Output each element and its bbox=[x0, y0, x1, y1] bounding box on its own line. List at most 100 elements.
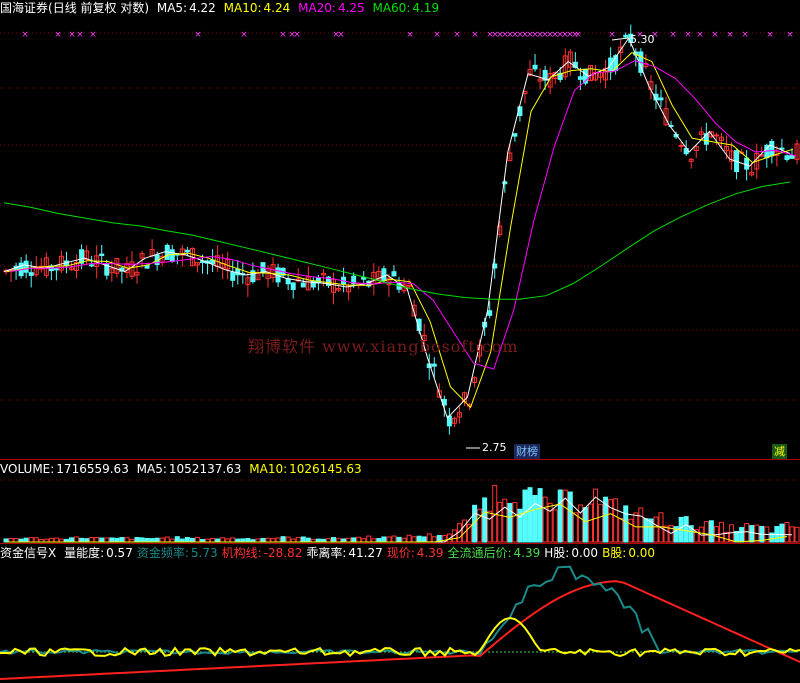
volume-value: 1716559.63 bbox=[56, 462, 129, 476]
candle-body bbox=[53, 268, 59, 271]
volume-bar bbox=[280, 536, 286, 543]
price-header: 国海证券(日线 前复权 对数) MA5: 4.22 MA10: 4.24 MA20:… bbox=[0, 0, 443, 16]
volume-bar bbox=[94, 537, 100, 543]
candle-body bbox=[184, 249, 190, 253]
volume-bar bbox=[79, 537, 85, 543]
volume-bar bbox=[48, 537, 54, 543]
institution-line bbox=[0, 580, 800, 680]
candle-body bbox=[169, 249, 175, 262]
candle-body bbox=[789, 155, 795, 159]
volume-bar bbox=[426, 533, 432, 543]
volume-bar bbox=[618, 517, 624, 543]
volume-bar bbox=[351, 537, 357, 543]
volume-bar bbox=[139, 537, 145, 543]
volume-bar bbox=[537, 488, 543, 543]
low-price-label: 2.75 bbox=[482, 441, 507, 454]
price-chart-svg[interactable]: × × × × × × × × ×× ×× × × × × ××××××××××××××××××× × × × × ×… bbox=[0, 0, 800, 460]
volume-bar bbox=[33, 537, 39, 543]
candle-body bbox=[79, 249, 85, 264]
volume-bar bbox=[260, 537, 266, 543]
candle-body bbox=[300, 282, 306, 288]
volume-bar bbox=[144, 537, 150, 543]
signal-mark: × bbox=[608, 30, 616, 40]
volume-bar bbox=[406, 534, 412, 543]
volume-bar bbox=[114, 537, 120, 543]
candle-body bbox=[784, 155, 790, 160]
volume-bar bbox=[53, 537, 59, 543]
volume-bar bbox=[194, 536, 200, 543]
candle-body bbox=[431, 363, 437, 367]
signal-mark: × bbox=[337, 30, 345, 40]
indicator-item-value: 0.57 bbox=[106, 546, 133, 560]
volume-bar bbox=[381, 536, 387, 543]
volume-bar bbox=[512, 502, 518, 543]
candle-body bbox=[391, 271, 397, 277]
indicator-item-label: 量能度: bbox=[64, 546, 105, 560]
signal-mark: × bbox=[433, 30, 441, 40]
candle-body bbox=[315, 277, 321, 284]
indicator-item-value: 41.27 bbox=[348, 546, 383, 560]
volume-bar bbox=[587, 503, 593, 543]
indicator-item-label: B股: bbox=[602, 546, 627, 560]
signal-mark: × bbox=[696, 30, 704, 40]
volume-bar bbox=[174, 536, 180, 543]
price-pane[interactable]: × × × × × × × × × × × × × × × × × × × × × × × × × × × × × × × × × × × × × × × ×… bbox=[0, 0, 800, 460]
volume-bar bbox=[638, 507, 644, 543]
volume-ma10-line bbox=[6, 503, 788, 543]
volume-bar bbox=[230, 537, 236, 543]
vol-ma5-label: MA5: bbox=[136, 462, 167, 476]
indicator-pane[interactable]: 资金信号X 量能度: 0.57 资金频率: 5.73 机构线: -28.82 乖离率: 41.… bbox=[0, 544, 800, 683]
signal-tag-right: 减 bbox=[772, 444, 787, 459]
volume-bar bbox=[366, 535, 372, 543]
volume-bar bbox=[386, 536, 392, 543]
volume-bar bbox=[532, 494, 538, 543]
indicator-item-value: -28.82 bbox=[263, 546, 303, 560]
signal-mark: × bbox=[471, 30, 479, 40]
volume-bar bbox=[8, 537, 14, 543]
ma5-legend-label: MA5: bbox=[156, 1, 188, 15]
volume-bar bbox=[794, 526, 800, 543]
vol-ma5-value: 1052137.63 bbox=[168, 462, 242, 476]
volume-bar bbox=[744, 523, 750, 543]
ma60-legend-value: 4.19 bbox=[412, 1, 440, 15]
volume-bar bbox=[28, 537, 34, 543]
volume-bar bbox=[749, 525, 755, 543]
volume-bar bbox=[184, 536, 190, 543]
volume-bar bbox=[497, 501, 503, 543]
volume-bar bbox=[557, 489, 563, 543]
volume-header: VOLUME: 1716559.63 MA5: 1052137.63 MA10: 10… bbox=[0, 461, 366, 477]
candle-body bbox=[290, 282, 296, 290]
candle-body bbox=[658, 97, 664, 101]
signal-mark: × bbox=[669, 30, 677, 40]
volume-bar bbox=[331, 537, 336, 543]
ma10-legend-value: 4.24 bbox=[263, 1, 291, 15]
indicator-item-label: 资金频率: bbox=[136, 546, 189, 560]
volume-bar bbox=[295, 536, 301, 543]
volume-bar bbox=[220, 537, 226, 543]
candle-body bbox=[532, 64, 538, 70]
volume-bar bbox=[477, 508, 483, 543]
candle-body bbox=[769, 140, 775, 157]
candle-body bbox=[23, 260, 29, 273]
indicator-item-label: 乖离率: bbox=[306, 546, 347, 560]
volume-bar bbox=[567, 491, 573, 543]
indicator-header: 资金信号X 量能度: 0.57 资金频率: 5.73 机构线: -28.82 乖离率: 41.… bbox=[0, 545, 659, 561]
candle-body bbox=[28, 272, 34, 276]
volume-bar bbox=[431, 536, 437, 543]
volume-label: VOLUME: bbox=[0, 462, 55, 476]
energy-line bbox=[0, 616, 800, 658]
candle-body bbox=[678, 144, 684, 147]
signal-mark: × bbox=[194, 30, 202, 40]
indicator-item-value: 0.00 bbox=[628, 546, 656, 560]
candle-body bbox=[779, 147, 785, 150]
candle-body bbox=[89, 264, 95, 267]
volume-bar bbox=[69, 537, 74, 543]
signal-tag-left: 财榜 bbox=[514, 444, 540, 459]
volume-pane[interactable]: VOLUME: 1716559.63 MA5: 1052137.63 MA10: 10… bbox=[0, 460, 800, 544]
volume-bar bbox=[74, 536, 80, 543]
indicator-chart-svg[interactable] bbox=[0, 544, 800, 683]
candle-body bbox=[577, 76, 583, 80]
volume-bar bbox=[421, 536, 427, 543]
volume-bar bbox=[401, 537, 407, 543]
signal-mark: × bbox=[726, 30, 734, 40]
